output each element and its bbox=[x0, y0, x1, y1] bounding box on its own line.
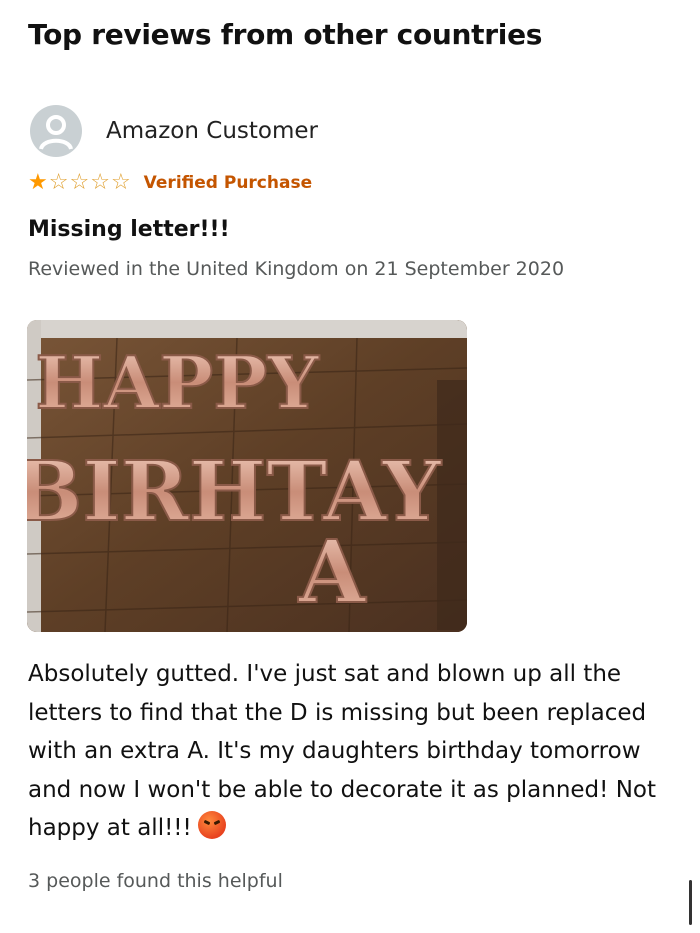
person-icon bbox=[39, 115, 73, 150]
review-title: Missing letter!!! bbox=[28, 217, 230, 242]
review-body: Absolutely gutted. I've just sat and blo… bbox=[28, 655, 668, 848]
reviewer-profile[interactable]: Amazon Customer bbox=[30, 105, 318, 157]
rating-row: ★ ☆ ☆ ☆ ☆ Verified Purchase bbox=[28, 172, 312, 194]
section-title: Top reviews from other countries bbox=[28, 18, 543, 51]
balloon-photo: HAPPY BIRHTAY A bbox=[27, 320, 467, 632]
reviewer-name[interactable]: Amazon Customer bbox=[106, 118, 318, 144]
balloon-line-2: BIRHTAY bbox=[27, 444, 442, 540]
helpful-count: 3 people found this helpful bbox=[28, 870, 283, 892]
review-text: Absolutely gutted. I've just sat and blo… bbox=[28, 661, 656, 841]
verified-purchase-badge: Verified Purchase bbox=[143, 173, 313, 193]
angry-face-icon bbox=[197, 811, 226, 839]
balloon-line-1: HAPPY bbox=[35, 340, 320, 425]
star-filled-icon[interactable]: ★ bbox=[28, 172, 48, 194]
scrollbar[interactable] bbox=[689, 880, 692, 925]
star-empty-icon[interactable]: ☆ bbox=[111, 172, 131, 194]
avatar[interactable] bbox=[30, 105, 82, 157]
review-date: Reviewed in the United Kingdom on 21 Sep… bbox=[28, 258, 565, 280]
review-photo[interactable]: HAPPY BIRHTAY A bbox=[27, 320, 467, 632]
balloon-line-3: A bbox=[298, 522, 367, 623]
star-empty-icon[interactable]: ☆ bbox=[69, 172, 89, 194]
star-empty-icon[interactable]: ☆ bbox=[90, 172, 110, 194]
star-empty-icon[interactable]: ☆ bbox=[49, 172, 69, 194]
